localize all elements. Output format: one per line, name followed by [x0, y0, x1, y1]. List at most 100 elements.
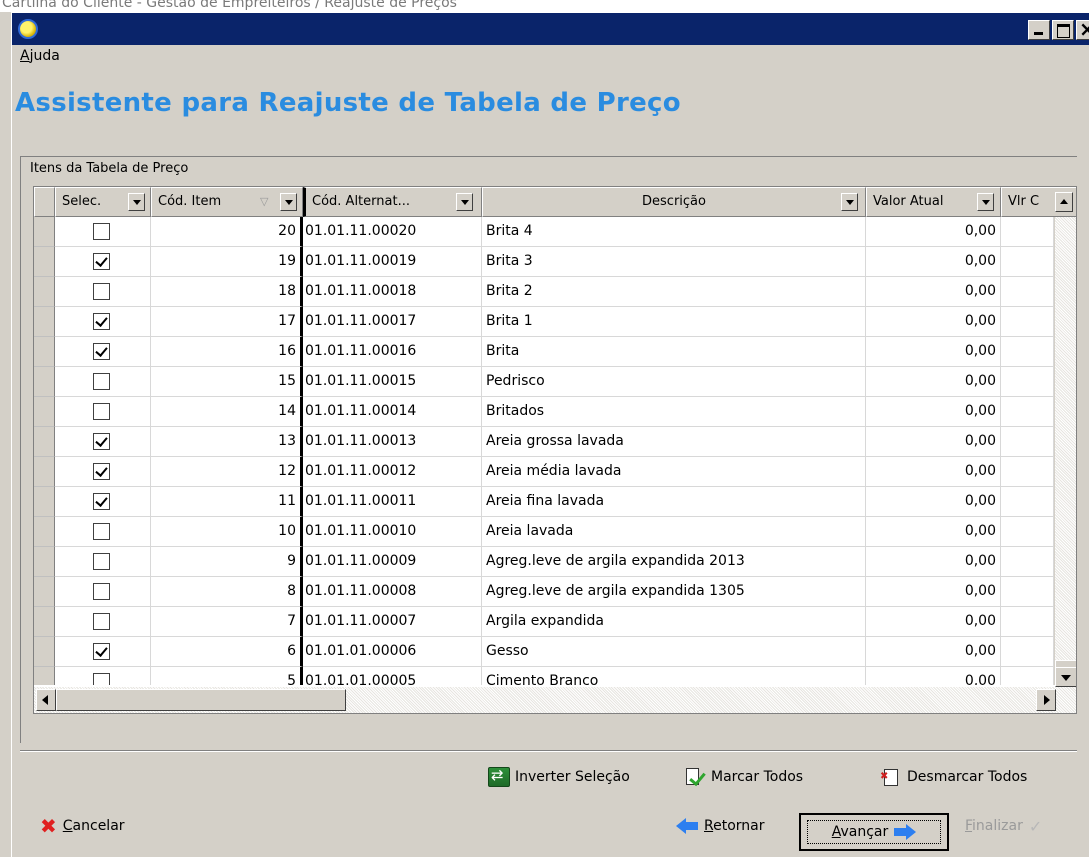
row-indicator[interactable] [34, 367, 55, 397]
horizontal-scroll-thumb[interactable] [56, 689, 346, 711]
cancelar-button[interactable]: ✖ Cancelar [40, 812, 125, 840]
row-indicator[interactable] [34, 337, 55, 367]
table-row[interactable]: 19 01.01.11.00019 Brita 3 0,00 [34, 247, 1054, 277]
maximize-button[interactable] [1052, 20, 1074, 40]
column-header-selec[interactable]: Selec. [55, 187, 151, 217]
table-row[interactable]: 17 01.01.11.00017 Brita 1 0,00 [34, 307, 1054, 337]
filter-dropdown-icon[interactable] [128, 193, 145, 211]
row-checkbox[interactable] [93, 433, 110, 450]
row-checkbox[interactable] [93, 493, 110, 510]
row-checkbox[interactable] [93, 583, 110, 600]
row-indicator[interactable] [34, 667, 55, 685]
row-checkbox[interactable] [93, 223, 110, 240]
row-checkbox[interactable] [93, 673, 110, 685]
cell-selec[interactable] [55, 457, 151, 487]
cell-selec[interactable] [55, 487, 151, 517]
table-row[interactable]: 10 01.01.11.00010 Areia lavada 0,00 [34, 517, 1054, 547]
page-caption: Cartilha do Cliente - Gestão de Empreite… [0, 0, 1089, 12]
table-row[interactable]: 14 01.01.11.00014 Britados 0,00 [34, 397, 1054, 427]
cell-selec[interactable] [55, 607, 151, 637]
row-indicator[interactable] [34, 637, 55, 667]
horizontal-scrollbar[interactable] [34, 687, 1076, 713]
filter-dropdown-icon[interactable] [841, 193, 858, 211]
column-header-cod-alternativo[interactable]: Cód. Alternat... [303, 187, 482, 217]
table-row[interactable]: 18 01.01.11.00018 Brita 2 0,00 [34, 277, 1054, 307]
cell-selec[interactable] [55, 217, 151, 247]
row-checkbox[interactable] [93, 463, 110, 480]
filter-dropdown-icon[interactable] [456, 193, 473, 211]
marcar-todos-label: Marcar Todos [711, 769, 804, 785]
cell-selec[interactable] [55, 427, 151, 457]
row-indicator[interactable] [34, 277, 55, 307]
scroll-down-button[interactable] [1055, 667, 1076, 687]
row-indicator[interactable] [34, 427, 55, 457]
minimize-button[interactable] [1028, 20, 1050, 40]
row-checkbox[interactable] [93, 403, 110, 420]
table-row[interactable]: 15 01.01.11.00015 Pedrisco 0,00 [34, 367, 1054, 397]
scroll-right-button[interactable] [1036, 689, 1056, 711]
desmarcar-todos-button[interactable]: Desmarcar Todos [880, 765, 1027, 789]
avancar-button[interactable]: Avançar [799, 813, 949, 851]
cell-selec[interactable] [55, 637, 151, 667]
retornar-button[interactable]: Retornar [676, 812, 765, 840]
cell-selec[interactable] [55, 277, 151, 307]
title-bar[interactable] [12, 13, 1089, 45]
scroll-left-button[interactable] [36, 689, 56, 711]
row-indicator[interactable] [34, 517, 55, 547]
row-indicator[interactable] [34, 547, 55, 577]
row-checkbox[interactable] [93, 613, 110, 630]
table-row[interactable]: 6 01.01.01.00006 Gesso 0,00 [34, 637, 1054, 667]
cell-selec[interactable] [55, 247, 151, 277]
vertical-scrollbar[interactable] [1054, 217, 1076, 687]
cell-selec[interactable] [55, 577, 151, 607]
cell-selec[interactable] [55, 517, 151, 547]
cell-selec[interactable] [55, 397, 151, 427]
cell-selec[interactable] [55, 367, 151, 397]
cell-selec[interactable] [55, 307, 151, 337]
row-checkbox[interactable] [93, 253, 110, 270]
table-row[interactable]: 20 01.01.11.00020 Brita 4 0,00 [34, 217, 1054, 247]
table-row[interactable]: 8 01.01.11.00008 Agreg.leve de argila expa… [34, 577, 1054, 607]
close-button[interactable] [1076, 20, 1089, 40]
row-indicator[interactable] [34, 217, 55, 247]
table-row[interactable]: 7 01.01.11.00007 Argila expandida 0,00 [34, 607, 1054, 637]
scroll-up-button[interactable] [1055, 192, 1073, 212]
cell-descricao: Agreg.leve de argila expandida 2013 [482, 547, 866, 577]
row-checkbox[interactable] [93, 343, 110, 360]
cancelar-label: Cancelar [63, 818, 125, 834]
row-indicator[interactable] [34, 397, 55, 427]
table-row[interactable]: 16 01.01.11.00016 Brita 0,00 [34, 337, 1054, 367]
table-row[interactable]: 12 01.01.11.00012 Areia média lavada 0,00 [34, 457, 1054, 487]
row-indicator[interactable] [34, 307, 55, 337]
cell-selec[interactable] [55, 667, 151, 685]
column-header-valor-atual[interactable]: Valor Atual [866, 187, 1001, 217]
row-indicator[interactable] [34, 457, 55, 487]
inverter-selecao-button[interactable]: Inverter Seleção [488, 765, 630, 789]
column-header-cod-item[interactable]: Cód. Item ▽ [151, 187, 303, 217]
cell-selec[interactable] [55, 547, 151, 577]
row-checkbox[interactable] [93, 373, 110, 390]
column-header-vlr[interactable]: Vlr C [1001, 187, 1076, 217]
table-row[interactable]: 13 01.01.11.00013 Areia grossa lavada 0,00 [34, 427, 1054, 457]
menu-ajuda[interactable]: Ajuda [20, 48, 60, 64]
table-row[interactable]: 11 01.01.11.00011 Areia fina lavada 0,00 [34, 487, 1054, 517]
app-icon[interactable] [18, 19, 38, 39]
row-indicator[interactable] [34, 607, 55, 637]
table-row[interactable]: 5 01.01.01.00005 Cimento Branco 0,00 [34, 667, 1054, 685]
column-header-descricao[interactable]: Descrição [482, 187, 866, 217]
row-indicator[interactable] [34, 577, 55, 607]
filter-dropdown-icon[interactable] [280, 193, 297, 211]
row-checkbox[interactable] [93, 523, 110, 540]
cell-selec[interactable] [55, 337, 151, 367]
marcar-todos-button[interactable]: Marcar Todos [684, 765, 803, 789]
filter-dropdown-icon[interactable] [977, 193, 994, 211]
table-row[interactable]: 9 01.01.11.00009 Agreg.leve de argila expa… [34, 547, 1054, 577]
row-indicator[interactable] [34, 247, 55, 277]
row-checkbox[interactable] [93, 283, 110, 300]
cell-vlr [1001, 217, 1054, 247]
row-indicator[interactable] [34, 487, 55, 517]
row-checkbox[interactable] [93, 643, 110, 660]
row-checkbox[interactable] [93, 313, 110, 330]
row-checkbox[interactable] [93, 553, 110, 570]
finalizar-button[interactable]: Finalizar ✓ [965, 812, 1042, 840]
